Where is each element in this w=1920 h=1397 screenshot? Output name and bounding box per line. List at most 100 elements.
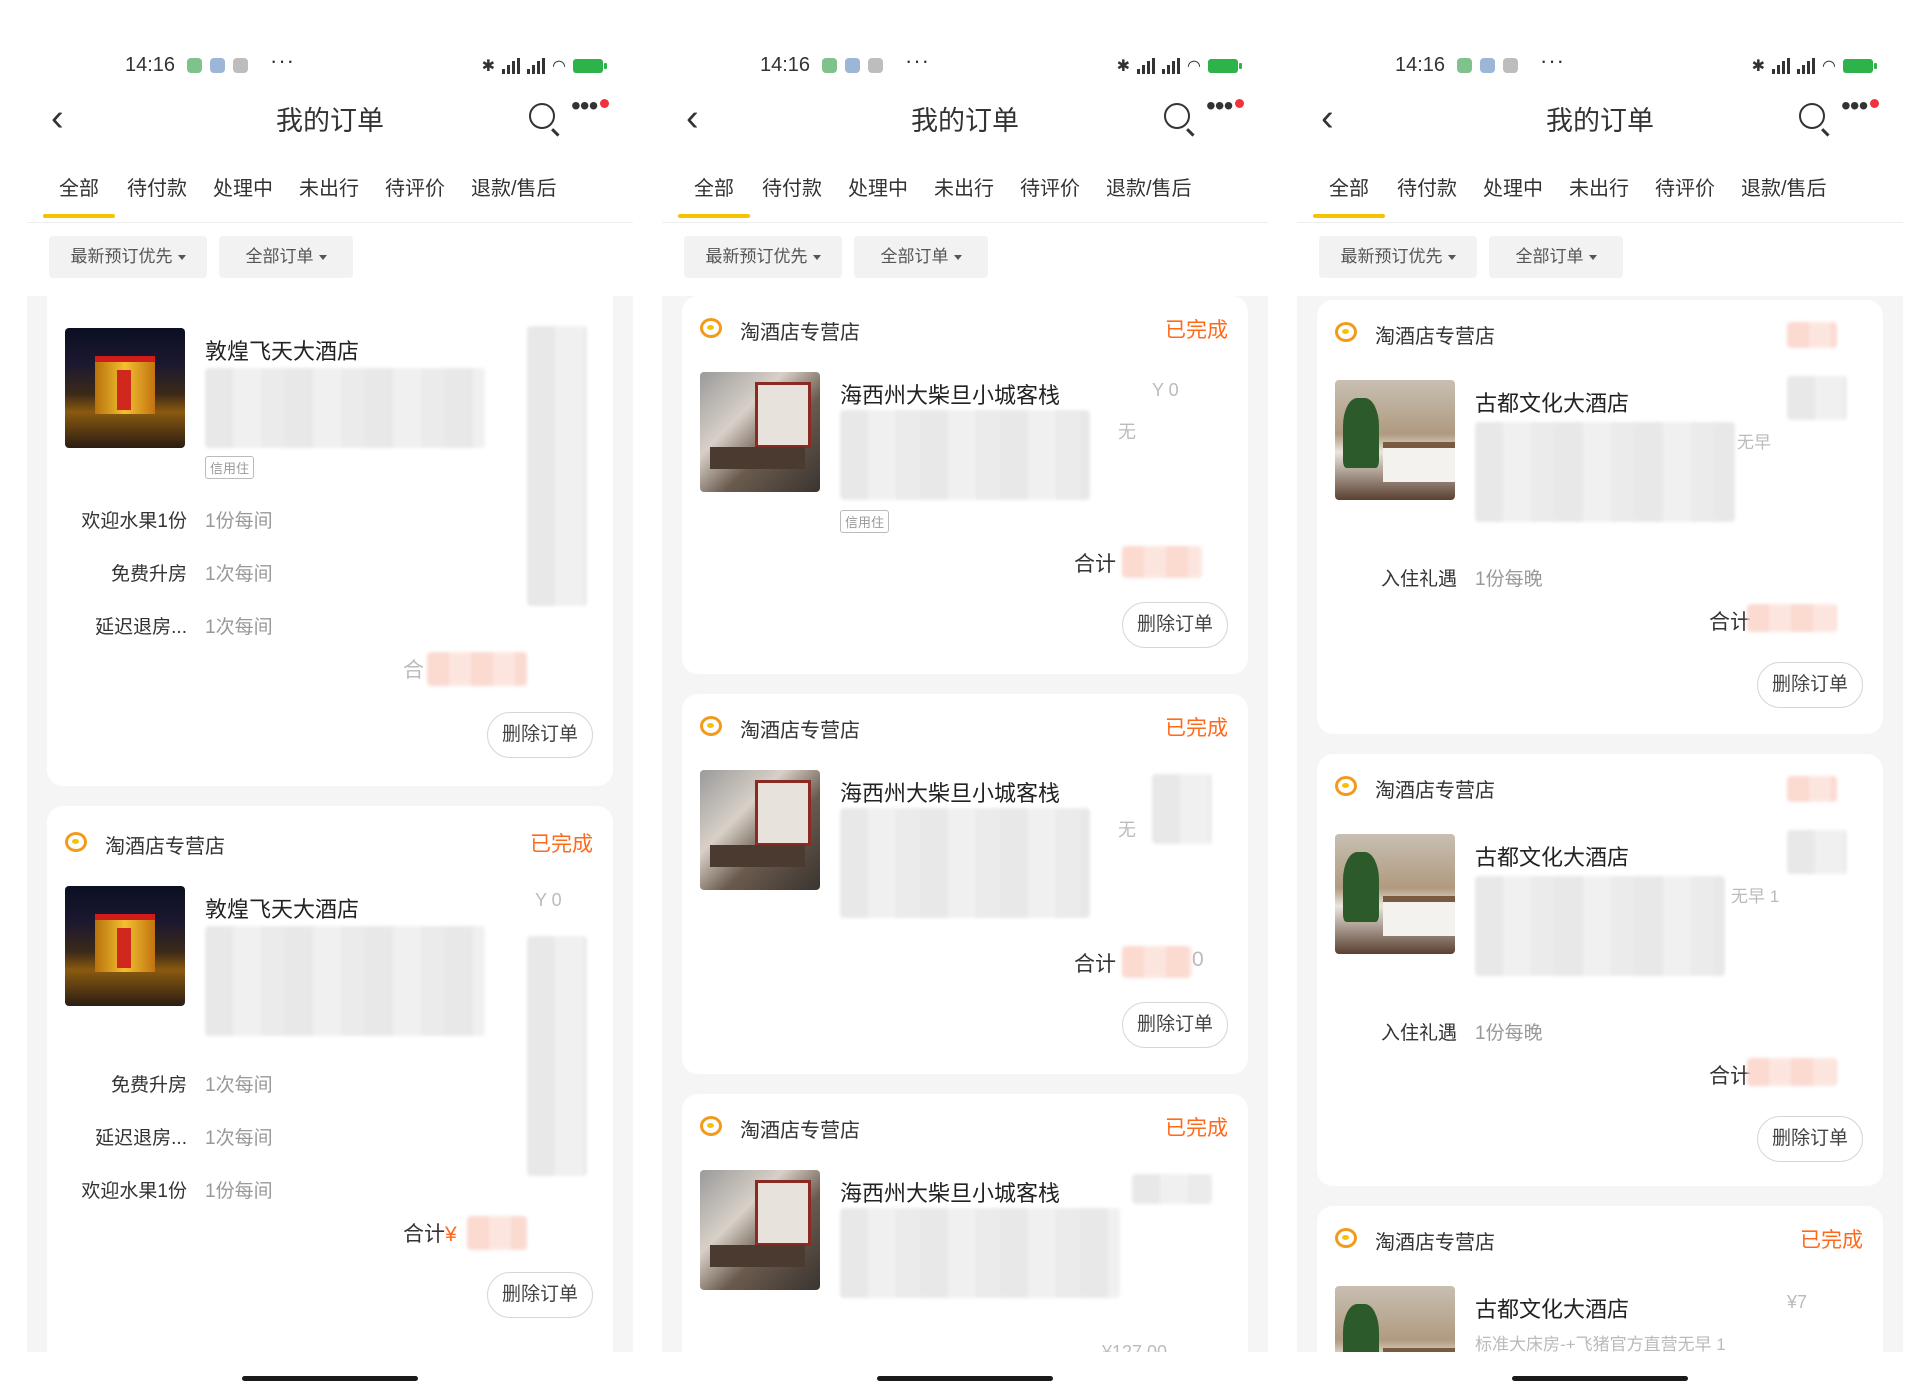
sort-filter[interactable]: 最新预订优先 [684, 236, 842, 278]
delete-order-button[interactable]: 删除订单 [487, 1272, 593, 1318]
caret-down-icon [318, 255, 327, 261]
perk-value: 1次每间 [205, 1128, 273, 1149]
hotel-thumbnail [700, 372, 820, 492]
currency-symbol: ¥ [445, 1223, 457, 1246]
order-status: 已完成 [1800, 1229, 1863, 1252]
shop-logo-icon [700, 716, 722, 736]
delete-order-button[interactable]: 删除订单 [1122, 1002, 1228, 1048]
type-filter[interactable]: 全部订单 [854, 236, 988, 278]
order-card[interactable]: 敦煌飞天大酒店 信用住 欢迎水果1份 1份每间 免费升房 1次每间 延迟退房..… [47, 296, 613, 786]
app-icon [1503, 58, 1518, 73]
sort-filter-label: 最新预订优先 [70, 247, 173, 266]
perk-name: 免费升房 [110, 1075, 187, 1096]
hotel-name: 古都文化大酒店 [1475, 391, 1630, 416]
tab-to-review[interactable]: 待评价 [1020, 172, 1080, 201]
tab-refund[interactable]: 退款/售后 [1106, 172, 1192, 201]
order-card[interactable]: 淘酒店专营店 古都文化大酒店 无早 入住礼遇 1份每晚 合计 删除订单 [1317, 300, 1883, 734]
tab-pending-payment[interactable]: 待付款 [127, 172, 187, 201]
order-card[interactable]: 淘酒店专营店 已完成 海西州大柴旦小城客栈 ¥127.00 [682, 1094, 1248, 1352]
blurred-details [840, 808, 1090, 918]
tab-all[interactable]: 全部 [43, 172, 115, 218]
blurred-details [1475, 422, 1735, 522]
more-icon[interactable]: ••• [1206, 91, 1246, 121]
tab-refund[interactable]: 退款/售后 [1741, 172, 1827, 201]
signal-icon [1162, 58, 1181, 74]
more-icon[interactable]: ••• [1841, 91, 1881, 121]
system-icons: ✱ ◠ [1117, 56, 1242, 76]
type-filter[interactable]: 全部订单 [219, 236, 353, 278]
hotel-name: 海西州大柴旦小城客栈 [840, 383, 1061, 408]
blurred-price [1787, 376, 1847, 420]
order-list[interactable]: 淘酒店专营店 已完成 海西州大柴旦小城客栈 Y 0 无 信用住 合计 删除订单 … [662, 296, 1268, 1352]
search-icon[interactable] [529, 103, 555, 129]
delete-order-button[interactable]: 删除订单 [1757, 662, 1863, 708]
unavailable-mark: 无 [1118, 422, 1136, 442]
bluetooth-icon: ✱ [481, 58, 496, 75]
total-tail: 0 [1192, 948, 1204, 971]
tab-upcoming[interactable]: 未出行 [1569, 172, 1629, 201]
tab-processing[interactable]: 处理中 [213, 172, 273, 201]
tab-upcoming[interactable]: 未出行 [299, 172, 359, 201]
shop-name: 淘酒店专营店 [740, 322, 860, 344]
sort-filter[interactable]: 最新预订优先 [49, 236, 207, 278]
wifi-icon: ◠ [1187, 58, 1201, 75]
blurred-price [527, 936, 587, 1176]
tab-refund[interactable]: 退款/售后 [471, 172, 557, 201]
tab-upcoming[interactable]: 未出行 [934, 172, 994, 201]
type-filter[interactable]: 全部订单 [1489, 236, 1623, 278]
signal-icon [1797, 58, 1816, 74]
caret-down-icon [953, 255, 962, 261]
bluetooth-icon: ✱ [1751, 58, 1766, 75]
battery-icon [573, 59, 607, 73]
app-icon [845, 58, 860, 73]
more-icon[interactable]: ••• [571, 91, 611, 121]
shop-name: 淘酒店专营店 [1375, 1232, 1495, 1254]
hotel-thumbnail [65, 328, 185, 448]
status-time: 14:16 [1395, 54, 1446, 76]
tab-all[interactable]: 全部 [678, 172, 750, 218]
search-icon[interactable] [1164, 103, 1190, 129]
perk-value: 1份每间 [205, 1181, 273, 1202]
phone-screen-3: 14:16 ··· ✱ ◠ ‹ 我的订单 ••• 全部 待付款 处理中 未出行 … [1297, 0, 1903, 1397]
signal-icon [1772, 58, 1791, 74]
tab-pending-payment[interactable]: 待付款 [1397, 172, 1457, 201]
order-status: 已完成 [1165, 1117, 1228, 1140]
nav-bar: ‹ 我的订单 ••• [662, 91, 1268, 145]
blurred-details [840, 1208, 1120, 1298]
blurred-amount [1122, 946, 1192, 978]
hotel-thumbnail [1335, 1286, 1455, 1352]
blurred-details [840, 410, 1090, 500]
sort-filter-label: 最新预订优先 [1340, 247, 1443, 266]
app-icon [1480, 58, 1495, 73]
blurred-amount [1747, 1058, 1837, 1086]
blurred-amount [1122, 546, 1202, 578]
delete-order-button[interactable]: 删除订单 [487, 712, 593, 758]
order-card[interactable]: 淘酒店专营店 古都文化大酒店 无早 1 入住礼遇 1份每晚 合计 删除订单 [1317, 754, 1883, 1186]
delete-order-button[interactable]: 删除订单 [1122, 602, 1228, 648]
tab-processing[interactable]: 处理中 [1483, 172, 1543, 201]
nav-bar: ‹ 我的订单 ••• [1297, 91, 1903, 145]
tab-to-review[interactable]: 待评价 [385, 172, 445, 201]
tab-pending-payment[interactable]: 待付款 [762, 172, 822, 201]
perk-value: 1份每间 [205, 511, 273, 532]
blurred-amount [467, 1216, 527, 1250]
order-list[interactable]: 敦煌飞天大酒店 信用住 欢迎水果1份 1份每间 免费升房 1次每间 延迟退房..… [27, 296, 633, 1352]
delete-order-button[interactable]: 删除订单 [1757, 1116, 1863, 1162]
tab-all[interactable]: 全部 [1313, 172, 1385, 218]
sort-filter[interactable]: 最新预订优先 [1319, 236, 1477, 278]
hotel-name: 海西州大柴旦小城客栈 [840, 1181, 1061, 1206]
order-card[interactable]: 淘酒店专营店 已完成 敦煌飞天大酒店 Y 0 免费升房 1次每间 延迟退房...… [47, 806, 613, 1352]
order-card[interactable]: 淘酒店专营店 已完成 海西州大柴旦小城客栈 Y 0 无 信用住 合计 删除订单 [682, 296, 1248, 674]
search-icon[interactable] [1799, 103, 1825, 129]
perk-name: 欢迎水果1份 [81, 1181, 187, 1202]
tab-to-review[interactable]: 待评价 [1655, 172, 1715, 201]
hotel-name: 敦煌飞天大酒店 [205, 897, 360, 922]
order-list[interactable]: 淘酒店专营店 古都文化大酒店 无早 入住礼遇 1份每晚 合计 删除订单 淘酒店专… [1297, 296, 1903, 1352]
tab-processing[interactable]: 处理中 [848, 172, 908, 201]
perk-value: 1次每间 [205, 617, 273, 638]
order-total: 合计 [1074, 553, 1116, 576]
home-indicator [1512, 1376, 1688, 1381]
hotel-name: 海西州大柴旦小城客栈 [840, 781, 1061, 806]
order-card[interactable]: 淘酒店专营店 已完成 海西州大柴旦小城客栈 无 合计 0 删除订单 [682, 694, 1248, 1074]
order-card[interactable]: 淘酒店专营店 已完成 古都文化大酒店 ¥7 标准大床房-+飞猪官方直营无早 1 [1317, 1206, 1883, 1352]
